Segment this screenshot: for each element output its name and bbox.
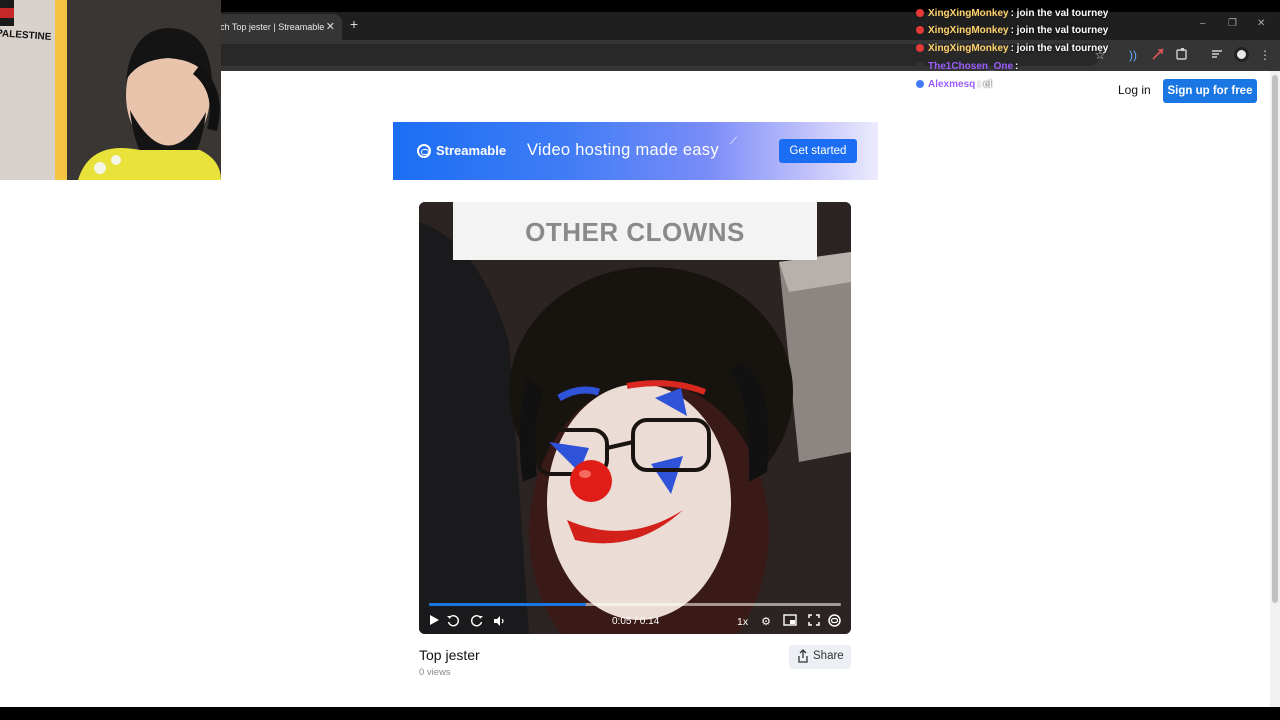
get-started-button[interactable]: Get started — [779, 139, 857, 163]
tab-close-icon[interactable]: ✕ — [326, 20, 335, 33]
chat-text: : join the val tourney — [1010, 43, 1109, 54]
extension-icon[interactable] — [1174, 47, 1190, 63]
share-button[interactable]: Share — [789, 645, 851, 669]
page-scrollbar[interactable] — [1270, 71, 1280, 707]
chat-badge-icon — [916, 9, 924, 17]
player-controls: 0:05 / 0:14 1x ⚙ — [419, 598, 851, 634]
chat-message: Alexmesq: el — [916, 79, 992, 95]
tab-search-icon[interactable] — [1209, 47, 1225, 63]
streamable-player-icon[interactable] — [826, 614, 842, 630]
chat-badge-icon — [916, 26, 924, 34]
promo-banner[interactable]: Streamable Video hosting made easy ⟋ Get… — [393, 122, 878, 180]
progress-fill — [429, 603, 586, 606]
time-display: 0:05 / 0:14 — [612, 616, 660, 627]
video-player[interactable]: OTHER CLOWNS 0:05 / 0:14 1x ⚙ — [419, 202, 851, 634]
chat-text: : — [1015, 61, 1019, 72]
new-tab-icon[interactable]: + — [346, 16, 362, 32]
playback-speed[interactable]: 1x — [737, 616, 748, 628]
minimize-icon[interactable]: – — [1200, 18, 1206, 29]
tab-title: ch Top jester | Streamable — [220, 22, 325, 32]
streamable-logo-icon — [417, 144, 431, 158]
play-icon[interactable] — [426, 614, 442, 630]
chat-text: : join the val tourney — [1010, 8, 1109, 19]
picture-in-picture-icon[interactable] — [782, 614, 798, 630]
scrollbar-thumb[interactable] — [1272, 75, 1278, 603]
chat-message: XingXingMonkey: join the val tourney — [916, 8, 1108, 24]
maximize-icon[interactable]: ❐ — [1228, 18, 1237, 29]
rewind-icon[interactable] — [445, 614, 461, 630]
kebab-menu-icon[interactable]: ⋮ — [1257, 47, 1273, 63]
chat-message: The1Chosen_One: — [916, 61, 1018, 77]
chat-message: XingXingMonkey: join the val tourney — [916, 25, 1108, 41]
chat-username[interactable]: The1Chosen_One — [928, 61, 1013, 72]
video-frame — [419, 202, 851, 634]
progress-bar[interactable] — [429, 603, 841, 606]
video-caption: OTHER CLOWNS — [525, 217, 745, 247]
fullscreen-icon[interactable] — [806, 614, 822, 630]
chat-message: XingXingMonkey: join the val tourney — [916, 43, 1108, 59]
chat-badge-icon — [916, 44, 924, 52]
browser-tab[interactable]: ch Top jester | Streamable ✕ — [200, 14, 342, 40]
chat-text: : join the val tourney — [1010, 25, 1109, 36]
video-title: Top jester — [419, 647, 480, 663]
chat-badge-icon — [916, 80, 924, 88]
volume-icon[interactable] — [491, 614, 507, 630]
chat-badge-icon — [916, 62, 924, 70]
video-caption-box: OTHER CLOWNS — [453, 202, 817, 260]
view-count: 0 views — [419, 667, 451, 678]
banner-tagline: Video hosting made easy — [527, 141, 719, 159]
webcam-feed — [0, 0, 221, 180]
chat-username[interactable]: Alexmesq — [928, 79, 975, 90]
screen: ch Top jester | Streamable ✕ + – ❐ ✕ ☆ )… — [0, 0, 1280, 720]
share-label: Share — [813, 650, 844, 662]
forward-icon[interactable] — [469, 614, 485, 630]
sparkle-icon: ⟋ — [730, 136, 737, 147]
signup-button[interactable]: Sign up for free — [1163, 79, 1257, 103]
profile-avatar[interactable] — [1234, 47, 1249, 62]
banner-brand: Streamable — [436, 143, 507, 158]
share-icon — [798, 649, 808, 663]
chat-username[interactable]: XingXingMonkey — [928, 8, 1009, 19]
stream-chat: XingXingMonkey: join the val tourney Xing… — [916, 0, 1156, 100]
bottom-bar — [0, 707, 1280, 720]
chat-username[interactable]: XingXingMonkey — [928, 25, 1009, 36]
settings-icon[interactable]: ⚙ — [758, 614, 774, 630]
chat-text: : el — [977, 79, 992, 90]
close-window-icon[interactable]: ✕ — [1257, 18, 1265, 29]
chat-username[interactable]: XingXingMonkey — [928, 43, 1009, 54]
webcam-overlay: PALESTINE — [0, 0, 221, 180]
